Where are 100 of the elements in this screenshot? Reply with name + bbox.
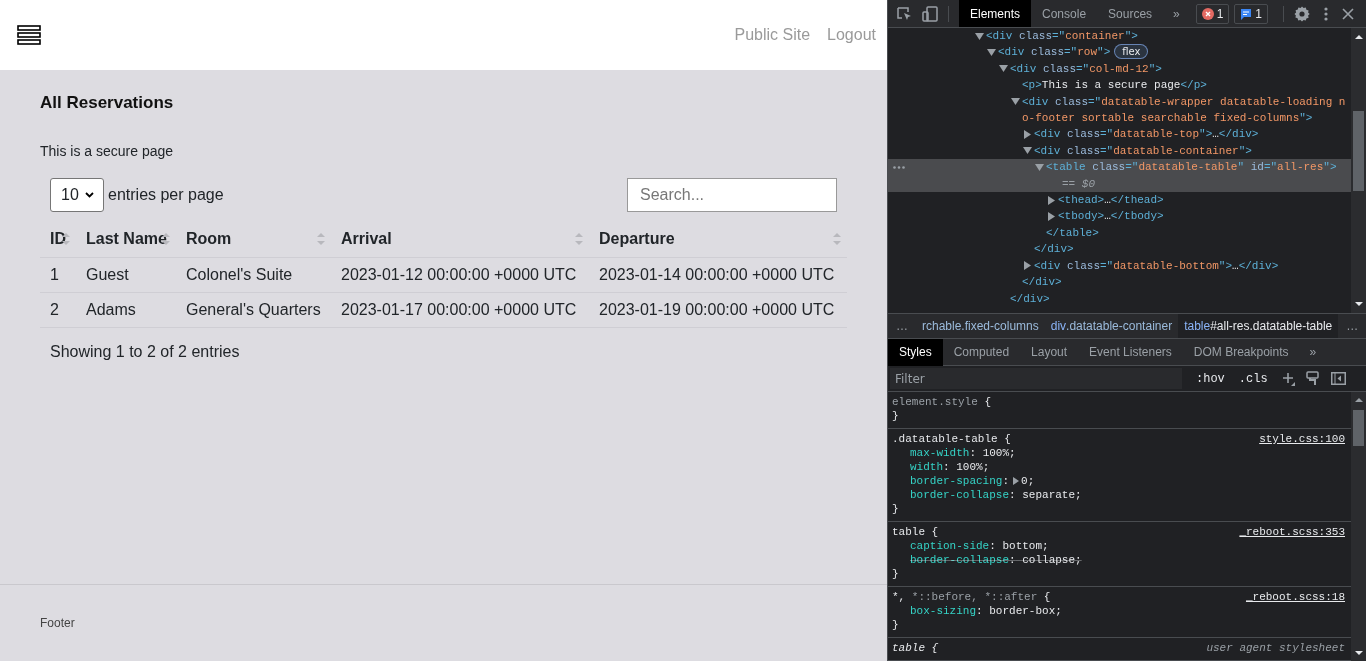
- arrow-down-icon[interactable]: [1353, 300, 1364, 308]
- table-cell: 2023-01-19 00:00:00 +0000 UTC: [589, 293, 847, 328]
- settings-icon[interactable]: [1294, 5, 1310, 22]
- style-rule[interactable]: element.style { }: [888, 392, 1351, 429]
- panel-tab[interactable]: Elements: [959, 0, 1032, 27]
- style-rule[interactable]: *, *::before, *::after { _reboot.scss:18 box-sizing: border-box; }: [888, 587, 1351, 638]
- layout-badge[interactable]: flex: [1114, 44, 1149, 60]
- dom-node[interactable]: <div class="datatable-container">: [888, 142, 1351, 160]
- pane-tab[interactable]: Layout: [1020, 338, 1079, 366]
- inspect-icon[interactable]: [896, 5, 912, 22]
- more-icon[interactable]: [893, 166, 905, 170]
- closing-brace: }: [892, 409, 900, 423]
- more-tabs-button[interactable]: »: [1163, 6, 1190, 21]
- more-crumbs-button[interactable]: …: [1338, 314, 1366, 338]
- dom-node[interactable]: <div class="container">: [888, 28, 1351, 45]
- plus-icon[interactable]: [1281, 371, 1296, 386]
- source-link[interactable]: _reboot.scss:18: [1245, 590, 1345, 604]
- filter-field[interactable]: Filter: [890, 368, 1182, 389]
- page-title: All Reservations: [40, 93, 175, 113]
- pane-tab[interactable]: Computed: [942, 338, 1021, 366]
- table-cell: Colonel's Suite: [176, 258, 331, 293]
- dom-node[interactable]: <div class="datatable-wrapper datatable-loading no-footer sortable searchable fixed-columns">: [888, 93, 1351, 127]
- stylesheet-origin: user agent stylesheet: [1206, 641, 1345, 655]
- toggle-button[interactable]: :hov: [1196, 371, 1225, 386]
- dom-node[interactable]: <div class="datatable-bottom">…</div>: [888, 257, 1351, 275]
- scrollbar-thumb[interactable]: [1353, 410, 1364, 446]
- triangle-down-icon[interactable]: [1011, 98, 1020, 106]
- arrow-up-icon[interactable]: [1353, 33, 1364, 41]
- panel-tab[interactable]: Console: [1031, 0, 1098, 27]
- kebab-menu-icon[interactable]: [1324, 6, 1328, 21]
- closing-tag: </table>: [888, 224, 1351, 242]
- panel-tab[interactable]: Sources: [1097, 0, 1164, 27]
- source-link[interactable]: _reboot.scss:353: [1239, 525, 1345, 539]
- dom-node[interactable]: <div class="datatable-top">…</div>: [888, 126, 1351, 143]
- column-header[interactable]: Arrival: [331, 220, 589, 258]
- scrollbar-thumb[interactable]: [1353, 111, 1364, 191]
- triangle-down-icon[interactable]: [1035, 163, 1044, 171]
- css-selector: .datatable-table {: [892, 432, 1011, 446]
- triangle-right-icon[interactable]: [1047, 195, 1056, 205]
- triangle-down-icon[interactable]: [1023, 147, 1032, 155]
- intro-text: This is a secure page: [40, 143, 175, 159]
- paint-roller-icon[interactable]: [1305, 371, 1319, 386]
- closing-tag: </div>: [888, 290, 1351, 307]
- table-cell: General's Quarters: [176, 293, 331, 328]
- css-declaration: box-sizing: border-box;: [909, 604, 1063, 618]
- css-declaration: border-spacing: 0;: [909, 474, 1036, 488]
- css-selector: table {: [892, 525, 939, 539]
- table-cell: 1: [40, 258, 76, 293]
- triangle-down-icon[interactable]: [975, 32, 984, 40]
- triangle-right-icon[interactable]: [1013, 477, 1020, 486]
- pane-tab[interactable]: DOM Breakpoints: [1182, 338, 1300, 366]
- dom-node[interactable]: <tbody>…</tbody>: [888, 208, 1351, 225]
- table-cell: 2023-01-14 00:00:00 +0000 UTC: [589, 258, 847, 293]
- chevron-down-icon: [84, 192, 94, 198]
- breadcrumb[interactable]: table#all-res.datatable-table: [1178, 314, 1339, 338]
- triangle-down-icon[interactable]: [999, 65, 1008, 73]
- table-cell: Guest: [76, 258, 176, 293]
- triangle-down-icon[interactable]: [987, 49, 996, 56]
- scrollbar[interactable]: [1351, 28, 1366, 313]
- breadcrumb[interactable]: rchable.fixed-columns: [916, 314, 1045, 338]
- css-selector: element.style {: [892, 395, 992, 409]
- toggle-button[interactable]: .cls: [1238, 371, 1268, 386]
- per-page-select[interactable]: 10: [50, 178, 104, 212]
- more-tabs-button[interactable]: »: [1299, 345, 1327, 359]
- table-cell: 2023-01-12 00:00:00 +0000 UTC: [331, 258, 589, 293]
- column-header[interactable]: Departure: [589, 220, 847, 258]
- device-icon[interactable]: [922, 5, 938, 22]
- css-declaration: border-collapse: collapse;: [909, 553, 1083, 567]
- column-header[interactable]: Last Name: [76, 220, 176, 258]
- triangle-right-icon[interactable]: [1023, 261, 1032, 271]
- triangle-right-icon[interactable]: [1047, 212, 1056, 222]
- breadcrumb[interactable]: div.datatable-container: [1044, 314, 1179, 338]
- error-count-badge[interactable]: 1: [1195, 3, 1230, 24]
- sidebar-toggle-icon[interactable]: [1330, 372, 1346, 385]
- css-declaration: caption-side: bottom;: [909, 539, 1050, 553]
- dom-node[interactable]: <thead>…</thead>: [888, 192, 1351, 209]
- dom-node[interactable]: <table class="datatable-table" id="all-res"> == $0: [888, 159, 1351, 193]
- search-field[interactable]: Search...: [627, 178, 837, 212]
- source-link[interactable]: style.css:100: [1259, 432, 1345, 446]
- arrow-up-icon[interactable]: [1353, 396, 1364, 404]
- menu-icon[interactable]: [17, 24, 41, 46]
- triangle-right-icon[interactable]: [1023, 130, 1032, 140]
- dom-node[interactable]: <p>This is a secure page</p>: [888, 77, 1351, 94]
- css-selector: *, *::before, *::after {: [892, 590, 1051, 604]
- arrow-down-icon[interactable]: [1353, 649, 1364, 657]
- pane-tab[interactable]: Event Listeners: [1078, 338, 1183, 366]
- style-rule[interactable]: table { user agent stylesheet: [888, 638, 1351, 661]
- more-crumbs-button[interactable]: …: [888, 314, 916, 338]
- table-cell: 2: [40, 293, 76, 328]
- table-cell: 2023-01-17 00:00:00 +0000 UTC: [331, 293, 589, 328]
- closing-brace: }: [892, 567, 900, 581]
- scrollbar[interactable]: [1351, 392, 1366, 661]
- column-header[interactable]: Room: [176, 220, 331, 258]
- close-icon[interactable]: [1342, 7, 1354, 20]
- speech-bubble-icon: [1240, 7, 1253, 20]
- dom-node[interactable]: <div class="row"> flex: [888, 44, 1351, 61]
- message-count-badge[interactable]: 1: [1234, 3, 1268, 24]
- error-icon: [1201, 7, 1214, 20]
- dom-node[interactable]: <div class="col-md-12">: [888, 60, 1351, 78]
- pane-tab[interactable]: Styles: [888, 338, 943, 366]
